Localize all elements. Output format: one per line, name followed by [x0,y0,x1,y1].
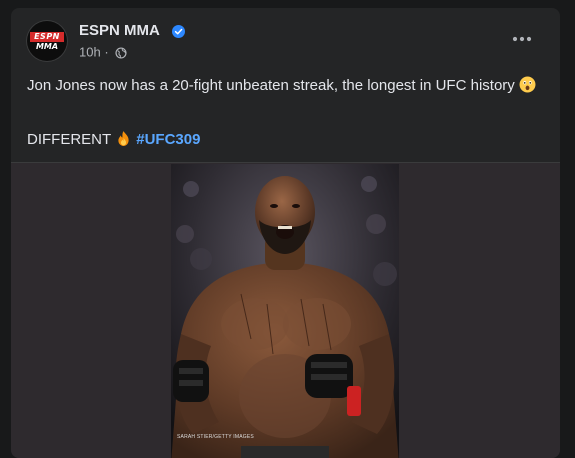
meta-separator: · [104,44,109,60]
avatar-logo-subtext: MMA [35,42,59,51]
page-name-link[interactable]: ESPN MMA [79,22,160,40]
photo-credit: SARAH STIER/GETTY IMAGES [177,434,254,440]
more-options-button[interactable] [509,28,535,48]
post-timestamp[interactable]: 10h [79,45,101,60]
post-media: SARAH STIER/GETTY IMAGES [11,162,560,458]
post-meta: 10h · [79,44,127,60]
more-options-icon [512,36,532,42]
post-tagline: DIFFERENT [27,131,111,148]
post-message: Jon Jones now has a 20-fight unbeaten st… [27,75,542,96]
fire-emoji [118,131,129,146]
avatar-logo-text: ESPN [30,32,64,42]
page-avatar[interactable]: ESPN MMA [27,21,67,61]
post-header: ESPN MMA ESPN MMA 10h · [11,8,560,68]
globe-icon [115,47,127,59]
post-message-line2: DIFFERENT #UFC309 [27,129,200,150]
post-message-text: Jon Jones now has a 20-fight unbeaten st… [27,77,515,94]
fighter-photo-image [171,164,399,458]
astonished-face-emoji [519,76,536,93]
hashtag-link[interactable]: #UFC309 [136,131,200,148]
verified-badge-icon [172,25,185,38]
post-card: ESPN MMA ESPN MMA 10h · Jon Jones now ha… [11,8,560,458]
post-photo[interactable]: SARAH STIER/GETTY IMAGES [171,164,399,458]
